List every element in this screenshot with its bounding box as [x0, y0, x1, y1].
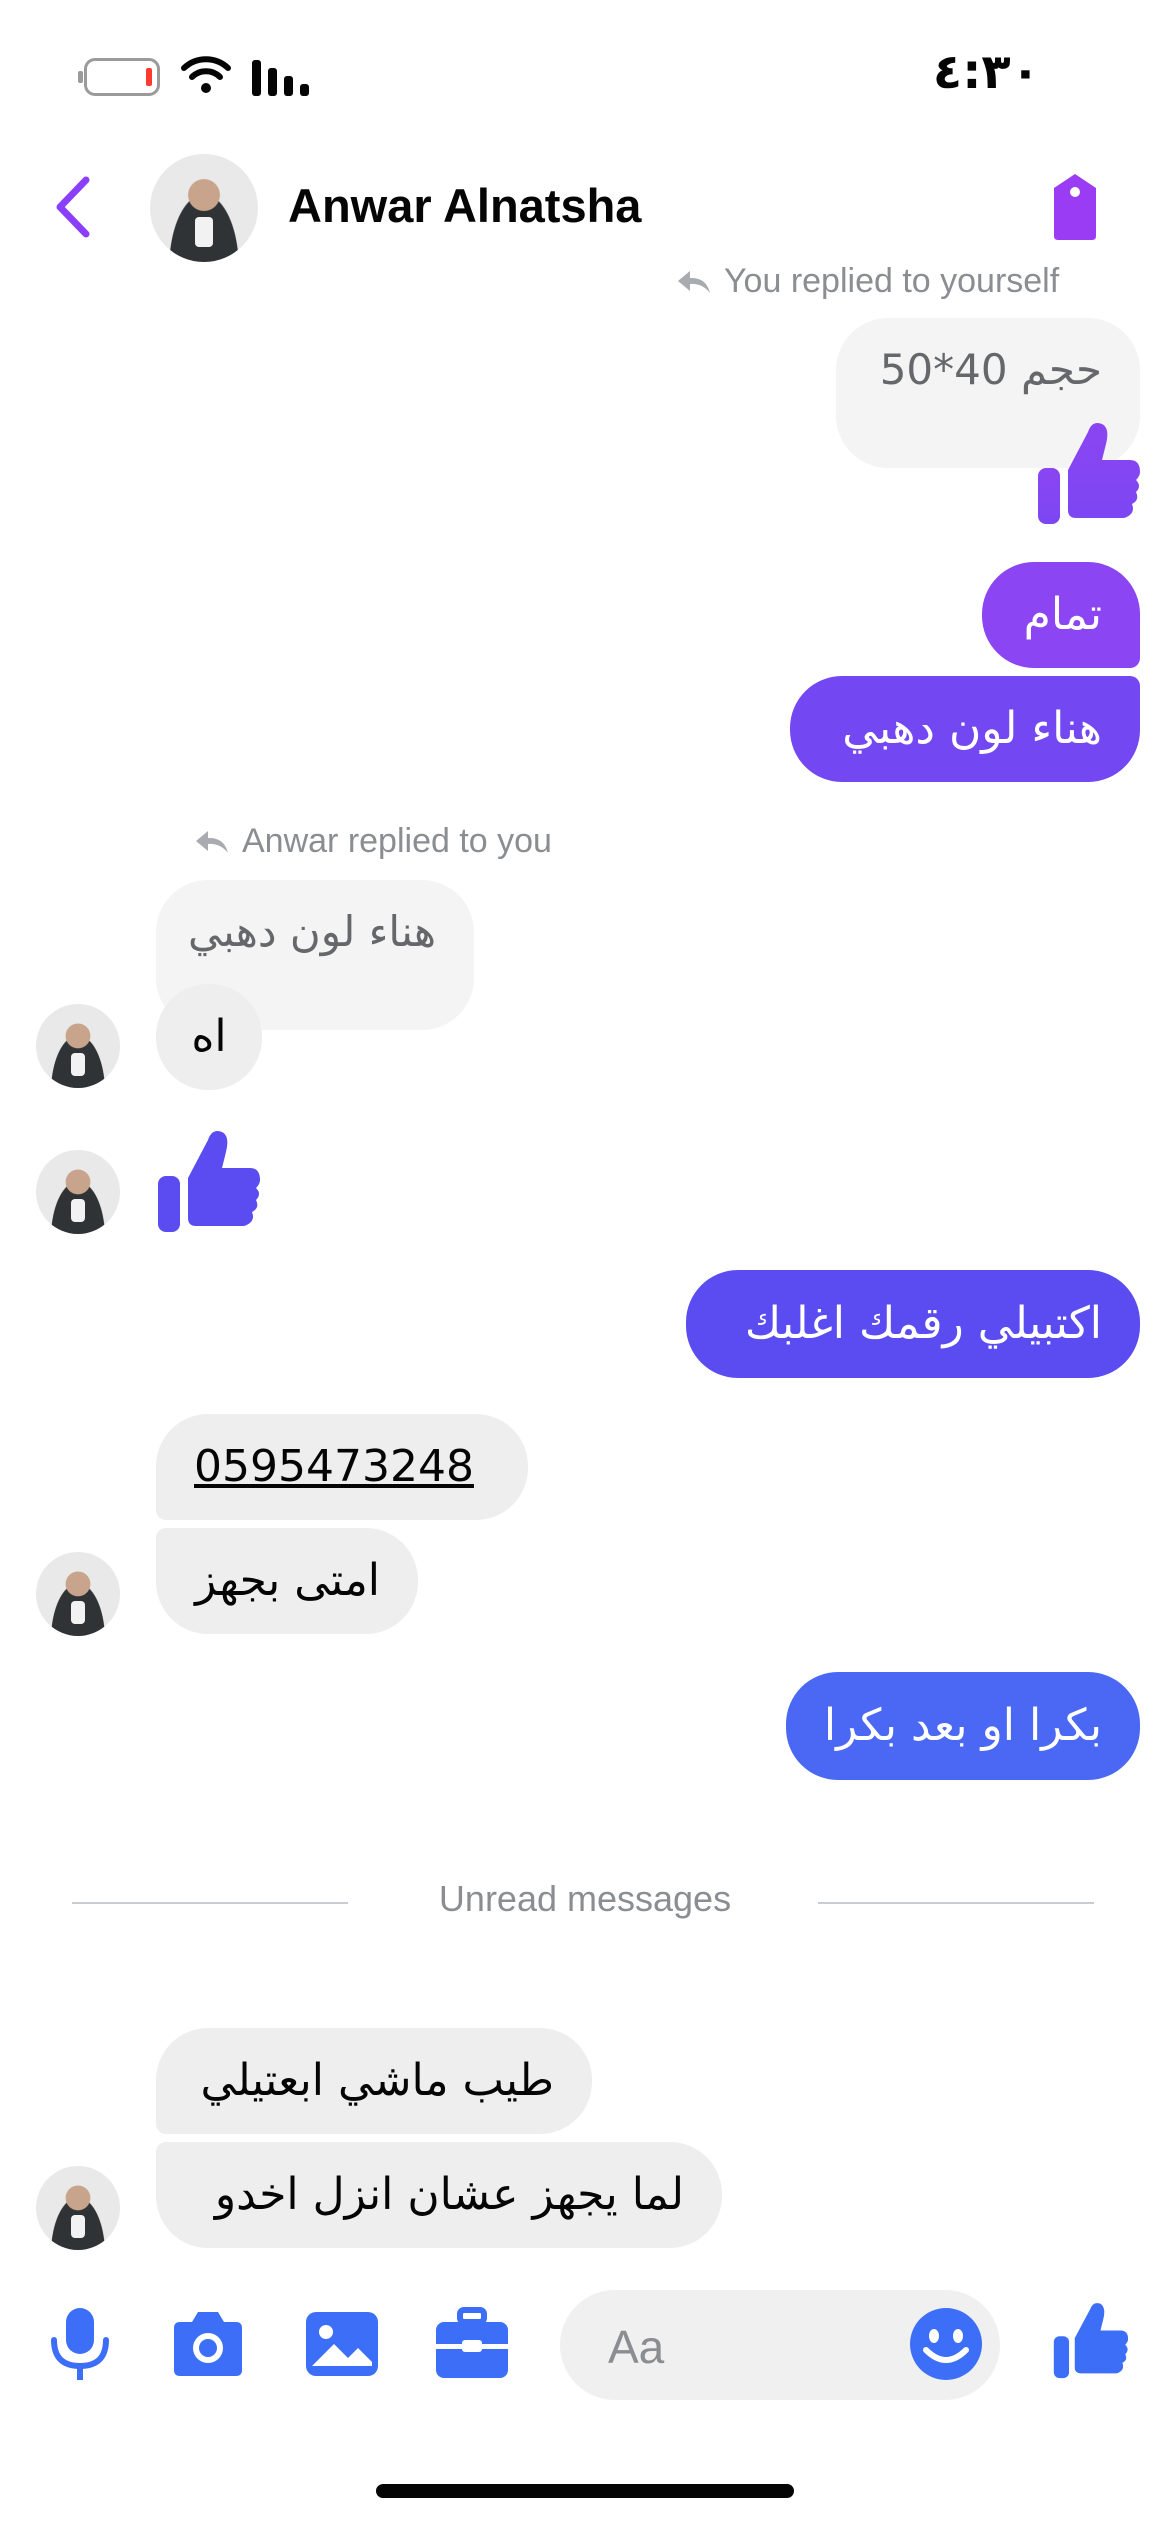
- avatar: [36, 1552, 120, 1636]
- avatar: [36, 1004, 120, 1088]
- received-message[interactable]: لما يجهز عشان انزل اخدو: [156, 2142, 722, 2248]
- chevron-left-icon[interactable]: [48, 172, 98, 242]
- like-icon[interactable]: [1050, 2300, 1130, 2380]
- microphone-icon[interactable]: [40, 2304, 120, 2384]
- reply-hint: Anwar replied to you: [194, 822, 552, 866]
- divider: [72, 1902, 348, 1904]
- message-placeholder: Aa: [608, 2321, 665, 2373]
- tag-icon[interactable]: [1046, 172, 1104, 242]
- avatar: [36, 1150, 120, 1234]
- divider: [818, 1902, 1094, 1904]
- reply-hint-text: Anwar replied to you: [242, 822, 552, 860]
- sent-message[interactable]: بكرا او بعد بكرا: [786, 1672, 1140, 1780]
- signal-icon: [252, 60, 309, 96]
- toolbox-icon[interactable]: [432, 2304, 512, 2384]
- emoji-icon[interactable]: [906, 2304, 986, 2384]
- reply-icon: [678, 271, 710, 294]
- wifi-icon: [181, 56, 231, 93]
- avatar: [36, 2166, 120, 2250]
- received-message[interactable]: امتى بجهز: [156, 1528, 418, 1634]
- status-time: ٤:٣٠: [932, 44, 1040, 100]
- camera-icon[interactable]: [168, 2304, 248, 2384]
- sent-message[interactable]: تمام: [982, 562, 1140, 668]
- phone-link[interactable]: 0595473248: [156, 1414, 528, 1520]
- battery-icon: [78, 58, 160, 96]
- contact-name[interactable]: Anwar Alnatsha: [288, 178, 848, 238]
- received-message[interactable]: اه: [156, 984, 262, 1090]
- like-icon: [1038, 423, 1140, 524]
- reply-hint-text: You replied to yourself: [724, 262, 1060, 300]
- received-message[interactable]: طيب ماشي ابعتيلي: [156, 2028, 592, 2134]
- gallery-icon[interactable]: [302, 2304, 382, 2384]
- status-bar: ٤:٣٠: [0, 0, 1170, 150]
- like-icon: [158, 1131, 260, 1232]
- home-indicator: [376, 2484, 794, 2498]
- reply-hint: You replied to yourself: [676, 262, 1059, 306]
- sent-message[interactable]: هناء لون دهبي: [790, 676, 1140, 782]
- avatar[interactable]: [150, 154, 258, 262]
- reply-icon: [196, 831, 228, 854]
- unread-divider-label: Unread messages: [438, 1878, 732, 1919]
- sent-message[interactable]: اكتبيلي رقمك اغلبك: [686, 1270, 1140, 1378]
